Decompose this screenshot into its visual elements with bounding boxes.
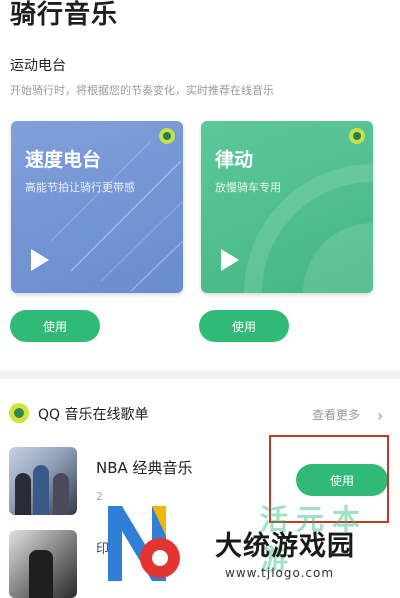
page-title: 骑行音乐: [10, 0, 119, 30]
play-icon[interactable]: [221, 249, 239, 271]
watermark-brand: 大统游戏园: [215, 531, 355, 562]
card-subtitle: 高能节拍让骑行更带感: [25, 181, 135, 194]
play-icon[interactable]: [31, 249, 49, 271]
radio-card-speed[interactable]: 速度电台 高能节拍让骑行更带感: [11, 121, 183, 293]
player-figure: [53, 473, 69, 515]
qq-music-icon: [9, 403, 29, 423]
player-figure: [29, 550, 53, 598]
section-title-sport-radio: 运动电台: [10, 58, 66, 74]
watermark-logo-icon: [108, 506, 180, 581]
card-title: 律动: [215, 149, 254, 171]
radio-card-rhythm[interactable]: 律动 放慢骑车专用: [201, 121, 373, 293]
chevron-right-icon[interactable]: ›: [377, 406, 383, 425]
section-subtitle: 开始骑行时，将根据您的节奏变化，实时推荐在线音乐: [10, 84, 274, 97]
music-badge-icon: [349, 128, 365, 144]
watermark-url: www.tjlogo.com: [225, 566, 335, 580]
see-more-link[interactable]: 查看更多: [312, 406, 360, 423]
watermark: 活元本游 大统游戏园 www.tjlogo.com: [100, 496, 400, 586]
playlist-thumb[interactable]: [9, 530, 77, 598]
card-title: 速度电台: [25, 149, 102, 171]
use-button-rhythm[interactable]: 使用: [199, 310, 289, 342]
use-button-playlist[interactable]: 使用: [296, 464, 388, 496]
player-figure: [33, 465, 49, 515]
playlist-title[interactable]: NBA 经典音乐: [96, 457, 193, 478]
section-divider: [0, 370, 400, 379]
online-playlist-title: QQ 音乐在线歌单: [38, 407, 149, 423]
use-button-speed[interactable]: 使用: [10, 310, 100, 342]
card-subtitle: 放慢骑车专用: [215, 181, 281, 194]
player-figure: [15, 473, 31, 515]
playlist-thumb[interactable]: [9, 447, 77, 515]
music-badge-icon: [159, 128, 175, 144]
